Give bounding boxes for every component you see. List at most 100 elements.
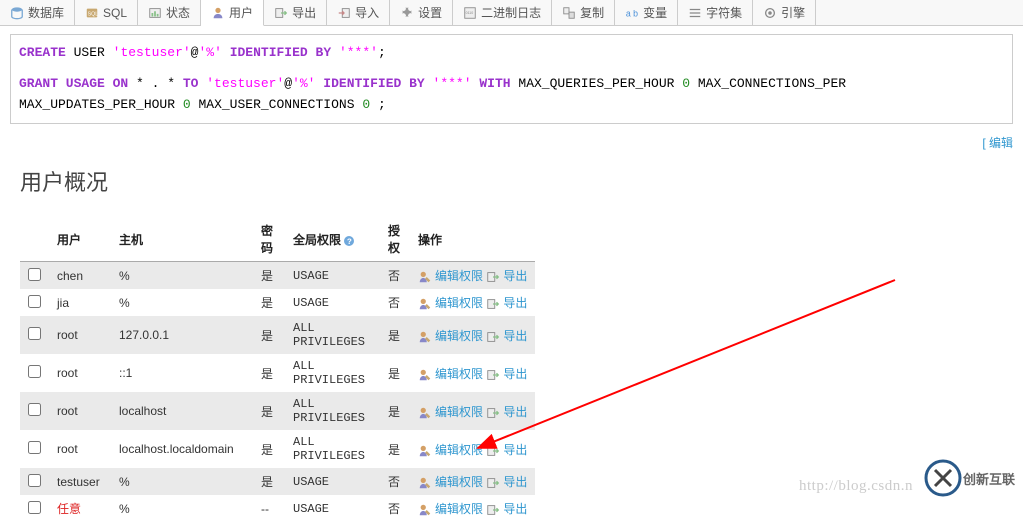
variables-icon: a b — [625, 6, 639, 20]
export-link[interactable]: 导出 — [503, 475, 527, 489]
tab-replication[interactable]: 复制 — [552, 0, 615, 25]
tab-charset[interactable]: 字符集 — [678, 0, 753, 25]
settings-icon — [400, 6, 414, 20]
edit-priv-link[interactable]: 编辑权限 — [435, 296, 483, 310]
cell-password: 是 — [253, 262, 285, 290]
section-title-users-overview: 用户概况 — [0, 155, 1023, 217]
tab-variables[interactable]: a b 变量 — [615, 0, 678, 25]
edit-priv-link[interactable]: 编辑权限 — [435, 329, 483, 343]
edit-priv-icon — [418, 330, 432, 344]
cell-priv: ALL PRIVILEGES — [285, 392, 380, 430]
inline-edit-link: [ 编辑 — [0, 130, 1023, 155]
tab-engine[interactable]: 引擎 — [753, 0, 816, 25]
edit-priv-icon — [418, 476, 432, 490]
export-row-icon — [486, 503, 500, 517]
row-checkbox[interactable] — [28, 327, 41, 340]
tab-label: 数据库 — [28, 4, 64, 21]
cell-host: % — [111, 289, 253, 316]
cell-password: 是 — [253, 289, 285, 316]
cell-password: -- — [253, 495, 285, 522]
edit-priv-link[interactable]: 编辑权限 — [435, 269, 483, 283]
logo-icon — [923, 458, 963, 498]
sql-line-1: CREATE USER 'testuser'@'%' IDENTIFIED BY… — [19, 43, 1004, 64]
export-link[interactable]: 导出 — [503, 502, 527, 516]
header-password[interactable]: 密码 — [253, 217, 285, 262]
cell-grant: 是 — [380, 430, 410, 468]
row-checkbox[interactable] — [28, 441, 41, 454]
cell-actions: 编辑权限 导出 — [410, 468, 535, 495]
help-icon[interactable]: ? — [343, 235, 355, 247]
cell-user: 任意 — [49, 495, 111, 522]
cell-host: % — [111, 262, 253, 290]
tab-settings[interactable]: 设置 — [390, 0, 453, 25]
tab-database[interactable]: 数据库 — [0, 0, 75, 25]
header-grant[interactable]: 授权 — [380, 217, 410, 262]
header-global-priv[interactable]: 全局权限? — [285, 217, 380, 262]
export-link[interactable]: 导出 — [503, 405, 527, 419]
svg-text:SQL: SQL — [88, 11, 99, 17]
header-checkbox — [20, 217, 49, 262]
row-checkbox[interactable] — [28, 501, 41, 514]
binlog-icon: 0110 — [463, 6, 477, 20]
cell-password: 是 — [253, 430, 285, 468]
tab-label: 复制 — [580, 4, 604, 21]
cell-grant: 否 — [380, 495, 410, 522]
export-row-icon — [486, 444, 500, 458]
export-row-icon — [486, 476, 500, 490]
sql-line-2: GRANT USAGE ON * . * TO 'testuser'@'%' I… — [19, 74, 1004, 116]
cell-priv: ALL PRIVILEGES — [285, 316, 380, 354]
edit-priv-link[interactable]: 编辑权限 — [435, 367, 483, 381]
tab-status[interactable]: 状态 — [138, 0, 201, 25]
row-checkbox[interactable] — [28, 268, 41, 281]
row-checkbox[interactable] — [28, 474, 41, 487]
cell-host: localhost.localdomain — [111, 430, 253, 468]
edit-link-anchor[interactable]: [ 编辑 — [982, 136, 1013, 150]
header-host[interactable]: 主机 — [111, 217, 253, 262]
cell-actions: 编辑权限 导出 — [410, 316, 535, 354]
cell-password: 是 — [253, 468, 285, 495]
edit-priv-link[interactable]: 编辑权限 — [435, 443, 483, 457]
export-row-icon — [486, 330, 500, 344]
tab-binlog[interactable]: 0110 二进制日志 — [453, 0, 552, 25]
row-checkbox[interactable] — [28, 365, 41, 378]
cell-host: localhost — [111, 392, 253, 430]
export-row-icon — [486, 406, 500, 420]
tab-label: 变量 — [643, 4, 667, 21]
tab-users[interactable]: 用户 — [201, 0, 264, 26]
sql-query-panel: CREATE USER 'testuser'@'%' IDENTIFIED BY… — [10, 34, 1013, 124]
export-link[interactable]: 导出 — [503, 443, 527, 457]
header-user[interactable]: 用户 — [49, 217, 111, 262]
cell-host: % — [111, 468, 253, 495]
table-row: jia%是USAGE否编辑权限 导出 — [20, 289, 535, 316]
tab-label: SQL — [103, 6, 127, 20]
export-link[interactable]: 导出 — [503, 367, 527, 381]
edit-priv-link[interactable]: 编辑权限 — [435, 405, 483, 419]
table-row: rootlocalhost.localdomain是ALL PRIVILEGES… — [20, 430, 535, 468]
import-icon — [337, 6, 351, 20]
export-link[interactable]: 导出 — [503, 269, 527, 283]
export-link[interactable]: 导出 — [503, 296, 527, 310]
cell-user: root — [49, 316, 111, 354]
edit-priv-link[interactable]: 编辑权限 — [435, 502, 483, 516]
users-icon — [211, 6, 225, 20]
cell-user: root — [49, 430, 111, 468]
cell-actions: 编辑权限 导出 — [410, 354, 535, 392]
tab-import[interactable]: 导入 — [327, 0, 390, 25]
sql-icon: SQL — [85, 6, 99, 20]
header-actions: 操作 — [410, 217, 535, 262]
row-checkbox[interactable] — [28, 295, 41, 308]
tab-label: 导出 — [292, 4, 316, 21]
svg-text:a b: a b — [626, 8, 638, 18]
table-row: testuser%是USAGE否编辑权限 导出 — [20, 468, 535, 495]
cell-priv: ALL PRIVILEGES — [285, 430, 380, 468]
row-checkbox[interactable] — [28, 403, 41, 416]
table-row: chen%是USAGE否编辑权限 导出 — [20, 262, 535, 290]
tab-export[interactable]: 导出 — [264, 0, 327, 25]
edit-priv-link[interactable]: 编辑权限 — [435, 475, 483, 489]
tab-label: 用户 — [229, 4, 253, 21]
cell-user: chen — [49, 262, 111, 290]
export-link[interactable]: 导出 — [503, 329, 527, 343]
edit-priv-icon — [418, 270, 432, 284]
tab-sql[interactable]: SQL SQL — [75, 0, 138, 25]
tab-label: 导入 — [355, 4, 379, 21]
